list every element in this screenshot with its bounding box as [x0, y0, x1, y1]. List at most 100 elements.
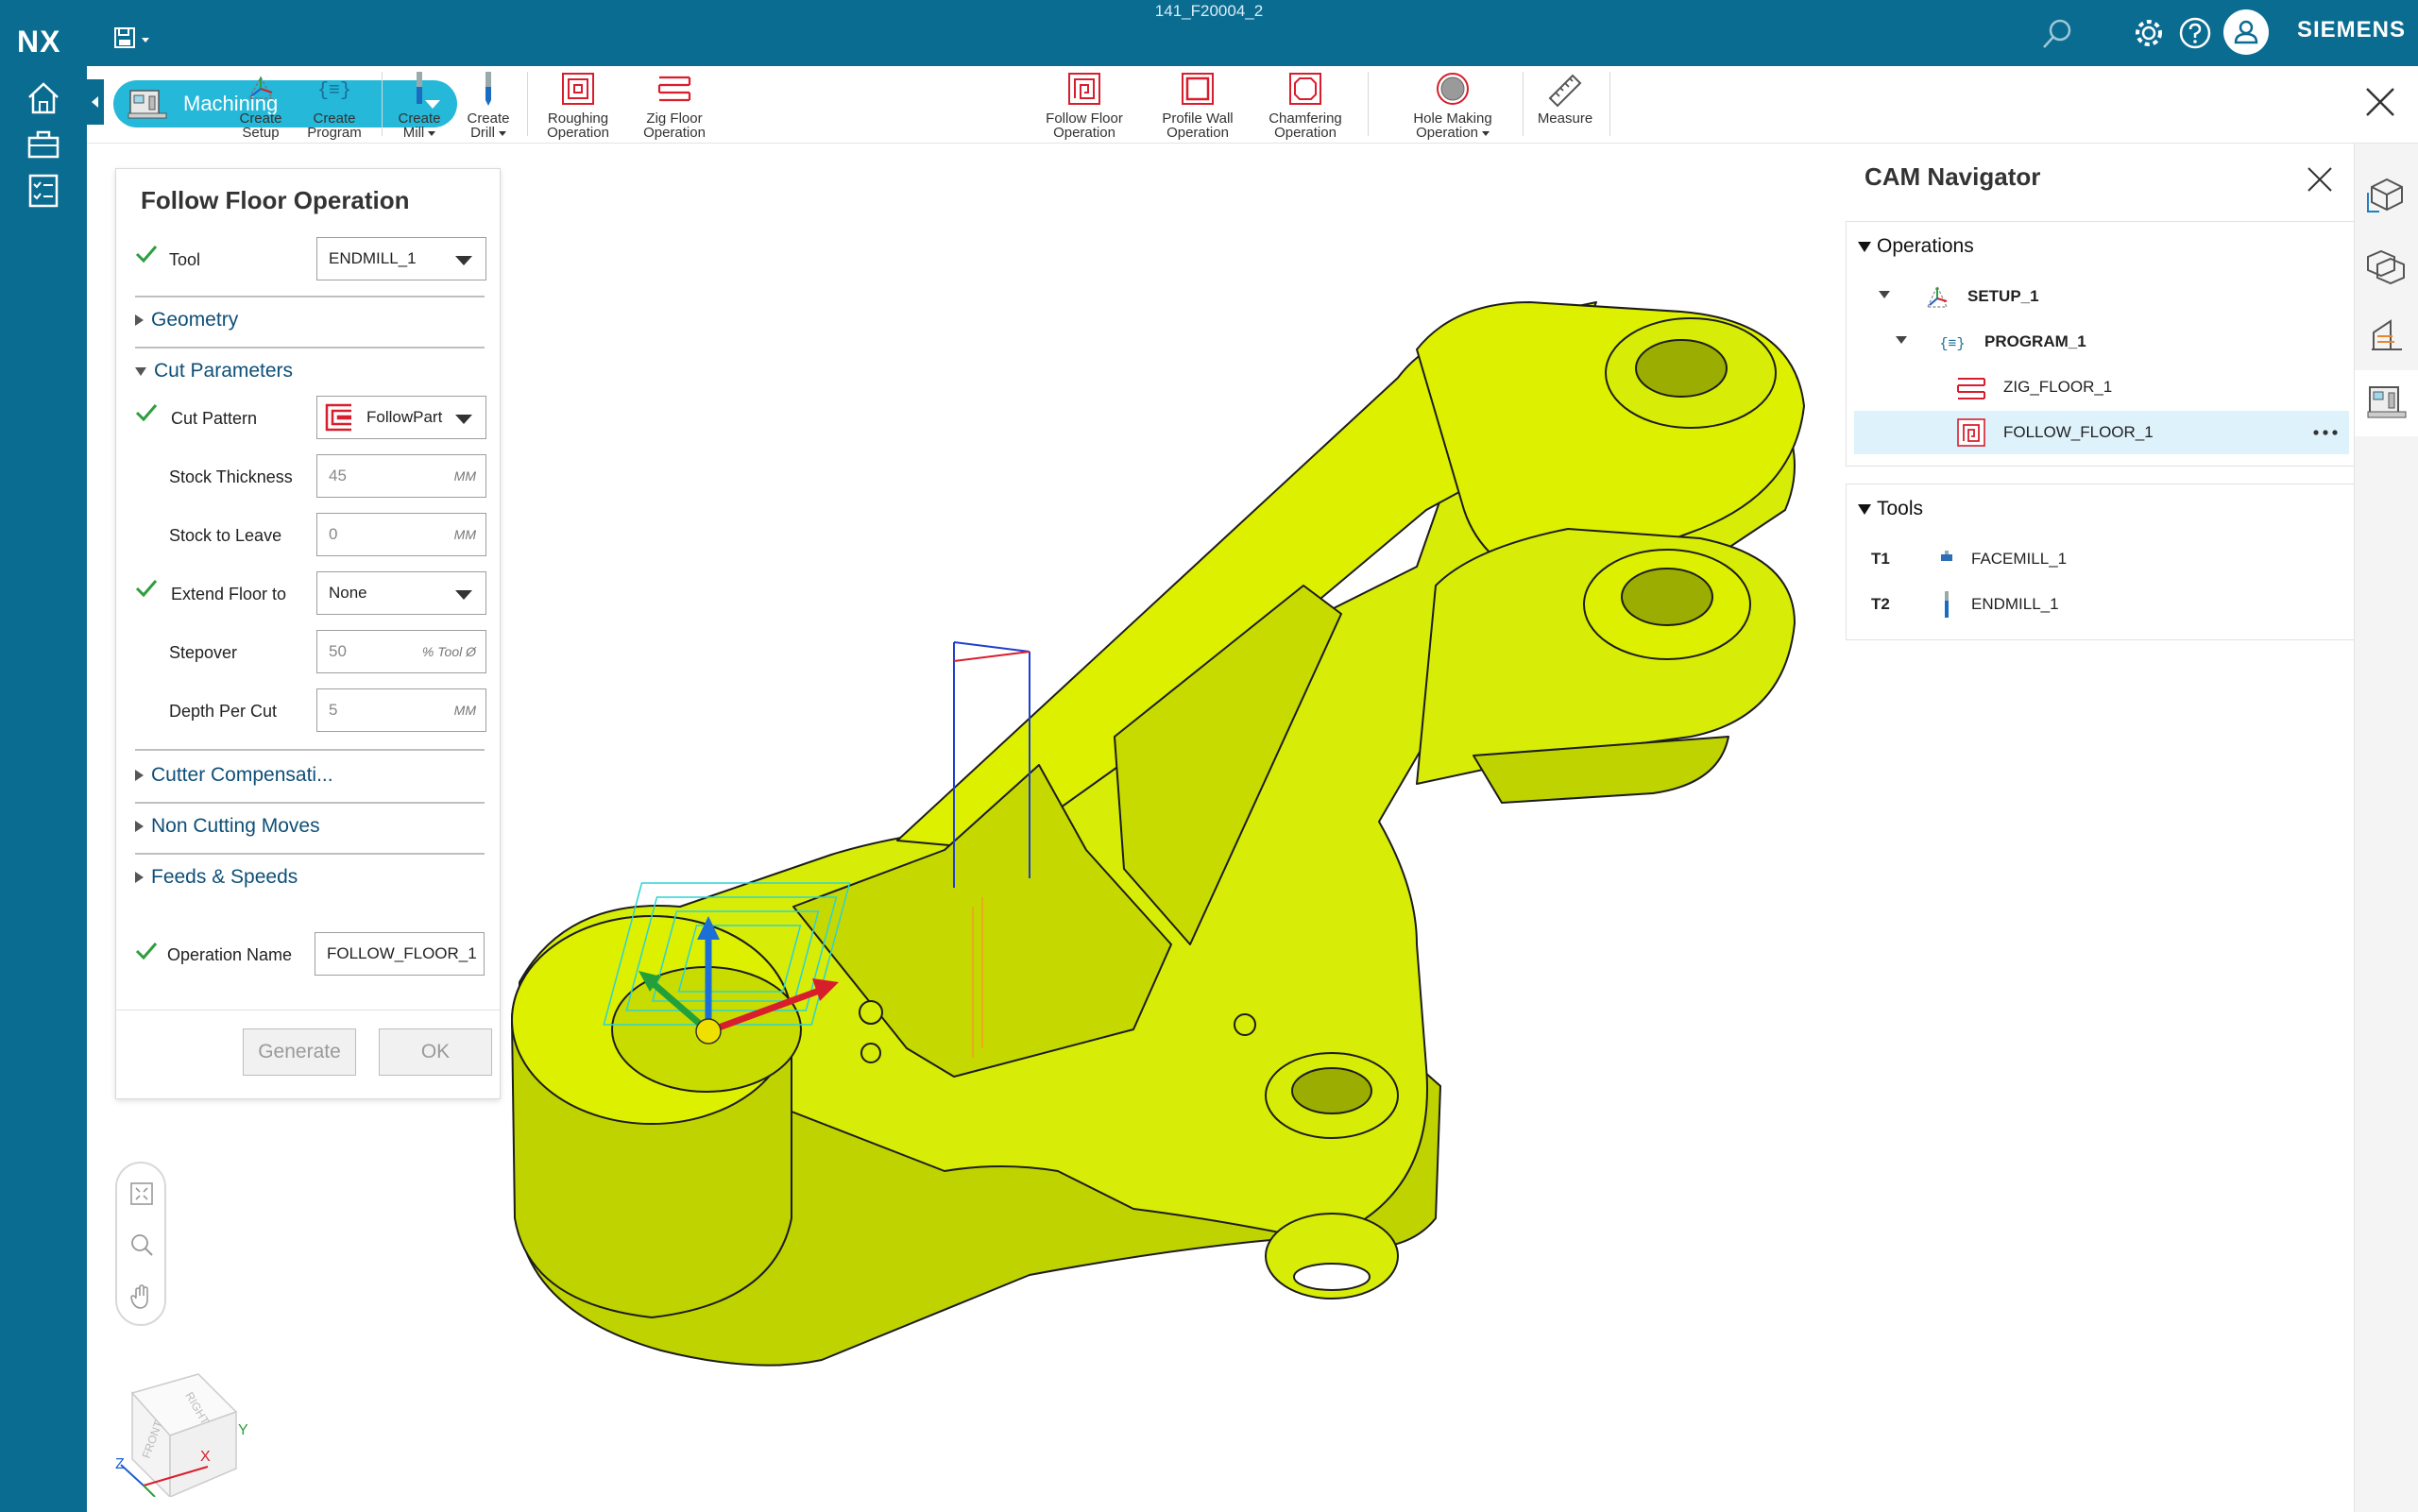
endmill-icon: [1945, 591, 1949, 618]
section-geometry[interactable]: Geometry: [135, 309, 485, 331]
check-icon: [135, 943, 158, 960]
svg-text:{≡}: {≡}: [317, 80, 351, 102]
nx-logo: NX: [17, 25, 61, 59]
svg-text:X: X: [200, 1449, 211, 1465]
stock-to-leave-input[interactable]: 0 MM: [316, 513, 486, 556]
hole-making-operation-button[interactable]: Hole Making Operation: [1398, 70, 1507, 142]
chevron-down-icon: [455, 590, 472, 600]
checklist-icon[interactable]: [25, 172, 62, 210]
profile-wall-operation-button[interactable]: Profile Wall Operation: [1150, 70, 1245, 142]
operation-panel: Follow Floor Operation Tool ENDMILL_1 Ge…: [115, 168, 501, 1099]
section-feeds-speeds[interactable]: Feeds & Speeds: [135, 866, 485, 889]
stock-thickness-label: Stock Thickness: [169, 467, 293, 486]
extend-floor-select[interactable]: None: [316, 571, 486, 615]
section-cutter-compensation[interactable]: Cutter Compensati...: [135, 764, 485, 787]
cam-navigator: CAM Navigator Operations SETUP_1 {≡} PRO…: [1842, 144, 2356, 1512]
title-bar: NX 141_F20004_2 SIEMENS: [0, 0, 2418, 66]
ok-button[interactable]: OK: [379, 1028, 492, 1076]
tool-item-t2[interactable]: T2 ENDMILL_1: [1854, 583, 2349, 626]
roughing-operation-button[interactable]: Roughing Operation: [535, 70, 622, 142]
setup-icon: [247, 76, 274, 99]
view-cube[interactable]: FRONT RIGHT Z X Y: [113, 1355, 264, 1497]
create-drill-button[interactable]: Create Drill: [459, 70, 518, 142]
part-model[interactable]: [511, 301, 1805, 1367]
stepover-input[interactable]: 50 % Tool Ø: [316, 630, 486, 673]
ribbon-toolbar: Machining Create Setup {≡} Create Progra…: [87, 66, 2418, 144]
home-icon[interactable]: [25, 79, 62, 117]
depth-per-cut-label: Depth Per Cut: [169, 702, 278, 721]
setup-icon: [1927, 284, 1948, 308]
tree-item-follow-floor[interactable]: FOLLOW_FLOOR_1: [1854, 411, 2349, 454]
cam-navigator-icon[interactable]: [2366, 382, 2408, 423]
tool-item-t1[interactable]: T1 FACEMILL_1: [1854, 537, 2349, 581]
follow-floor-icon: [1957, 418, 1985, 447]
mill-icon: [417, 72, 422, 104]
search-icon[interactable]: [2040, 17, 2074, 51]
panel-title: Follow Floor Operation: [141, 186, 410, 214]
tool-select[interactable]: ENDMILL_1: [316, 237, 486, 280]
create-program-button[interactable]: {≡} Create Program: [295, 70, 374, 142]
tree-item-zig-floor[interactable]: ZIG_FLOOR_1: [1854, 365, 2349, 409]
tools-header[interactable]: Tools: [1858, 498, 1923, 520]
gear-icon[interactable]: [2131, 15, 2167, 51]
save-icon[interactable]: [113, 26, 157, 51]
profile-wall-icon: [1182, 73, 1214, 105]
operation-name-label: Operation Name: [167, 945, 293, 964]
depth-per-cut-input[interactable]: 5 MM: [316, 688, 486, 732]
machine-navigator-icon[interactable]: [2366, 314, 2408, 355]
generate-button[interactable]: Generate: [243, 1028, 356, 1076]
part-navigator-icon[interactable]: [2366, 174, 2408, 215]
help-icon[interactable]: [2177, 15, 2213, 51]
tree-item-setup[interactable]: SETUP_1: [1854, 275, 2349, 318]
follow-floor-operation-button[interactable]: Follow Floor Operation: [1035, 70, 1133, 142]
follow-part-icon: [325, 403, 351, 432]
close-icon[interactable]: [2305, 164, 2335, 195]
expand-icon[interactable]: [1896, 336, 1907, 344]
cut-pattern-label: Cut Pattern: [171, 409, 258, 428]
svg-text:{≡}: {≡}: [1939, 336, 1965, 352]
milling-machine-icon: [128, 90, 167, 119]
cut-pattern-select[interactable]: FollowPart: [316, 396, 486, 439]
user-avatar[interactable]: [2223, 9, 2269, 55]
collapse-rail-button[interactable]: [87, 79, 104, 125]
section-non-cutting-moves[interactable]: Non Cutting Moves: [135, 815, 485, 838]
operations-card: Operations SETUP_1 {≡} PROGRAM_1 ZIG_FLO…: [1846, 221, 2356, 467]
view-tools: [115, 1162, 166, 1326]
program-icon: {≡}: [1939, 336, 1965, 352]
pan-hand-icon[interactable]: [128, 1284, 155, 1311]
left-rail: [0, 66, 87, 1512]
right-rail: [2354, 144, 2418, 1512]
check-icon: [135, 404, 158, 422]
tree-item-program[interactable]: {≡} PROGRAM_1: [1854, 320, 2349, 364]
chevron-down-icon: [455, 415, 472, 424]
hole-making-icon: [1437, 73, 1469, 105]
toolbox-icon[interactable]: [25, 125, 62, 162]
user-icon: [2234, 20, 2258, 44]
roughing-icon: [562, 73, 594, 105]
chevron-down-icon: [455, 256, 472, 265]
facemill-icon: [1941, 551, 1952, 561]
stock-thickness-input[interactable]: 45 MM: [316, 454, 486, 498]
assembly-navigator-icon[interactable]: [2366, 246, 2408, 287]
fit-view-icon[interactable]: [128, 1181, 155, 1207]
check-icon: [135, 246, 158, 263]
create-mill-button[interactable]: Create Mill: [389, 70, 450, 142]
section-cut-parameters[interactable]: Cut Parameters: [135, 360, 485, 382]
measure-button[interactable]: Measure: [1530, 70, 1600, 142]
operation-name-input[interactable]: FOLLOW_FLOOR_1: [315, 932, 485, 976]
program-icon: {≡}: [317, 80, 351, 102]
chamfering-operation-button[interactable]: Chamfering Operation: [1256, 70, 1354, 142]
expand-icon[interactable]: [1879, 291, 1890, 298]
zig-floor-operation-button[interactable]: Zig Floor Operation: [631, 70, 718, 142]
svg-text:Z: Z: [115, 1456, 125, 1472]
ruler-icon: [1548, 74, 1582, 108]
more-options-icon[interactable]: [2313, 430, 2338, 435]
tools-card: Tools T1 FACEMILL_1 T2 ENDMILL_1: [1846, 484, 2356, 640]
operations-header[interactable]: Operations: [1858, 235, 1974, 258]
navigator-title: CAM Navigator: [1865, 162, 2041, 191]
drill-icon: [485, 72, 491, 106]
extend-floor-label: Extend Floor to: [171, 585, 287, 603]
create-setup-button[interactable]: Create Setup: [230, 70, 291, 142]
close-icon[interactable]: [2361, 83, 2399, 121]
zoom-icon[interactable]: [128, 1232, 155, 1258]
